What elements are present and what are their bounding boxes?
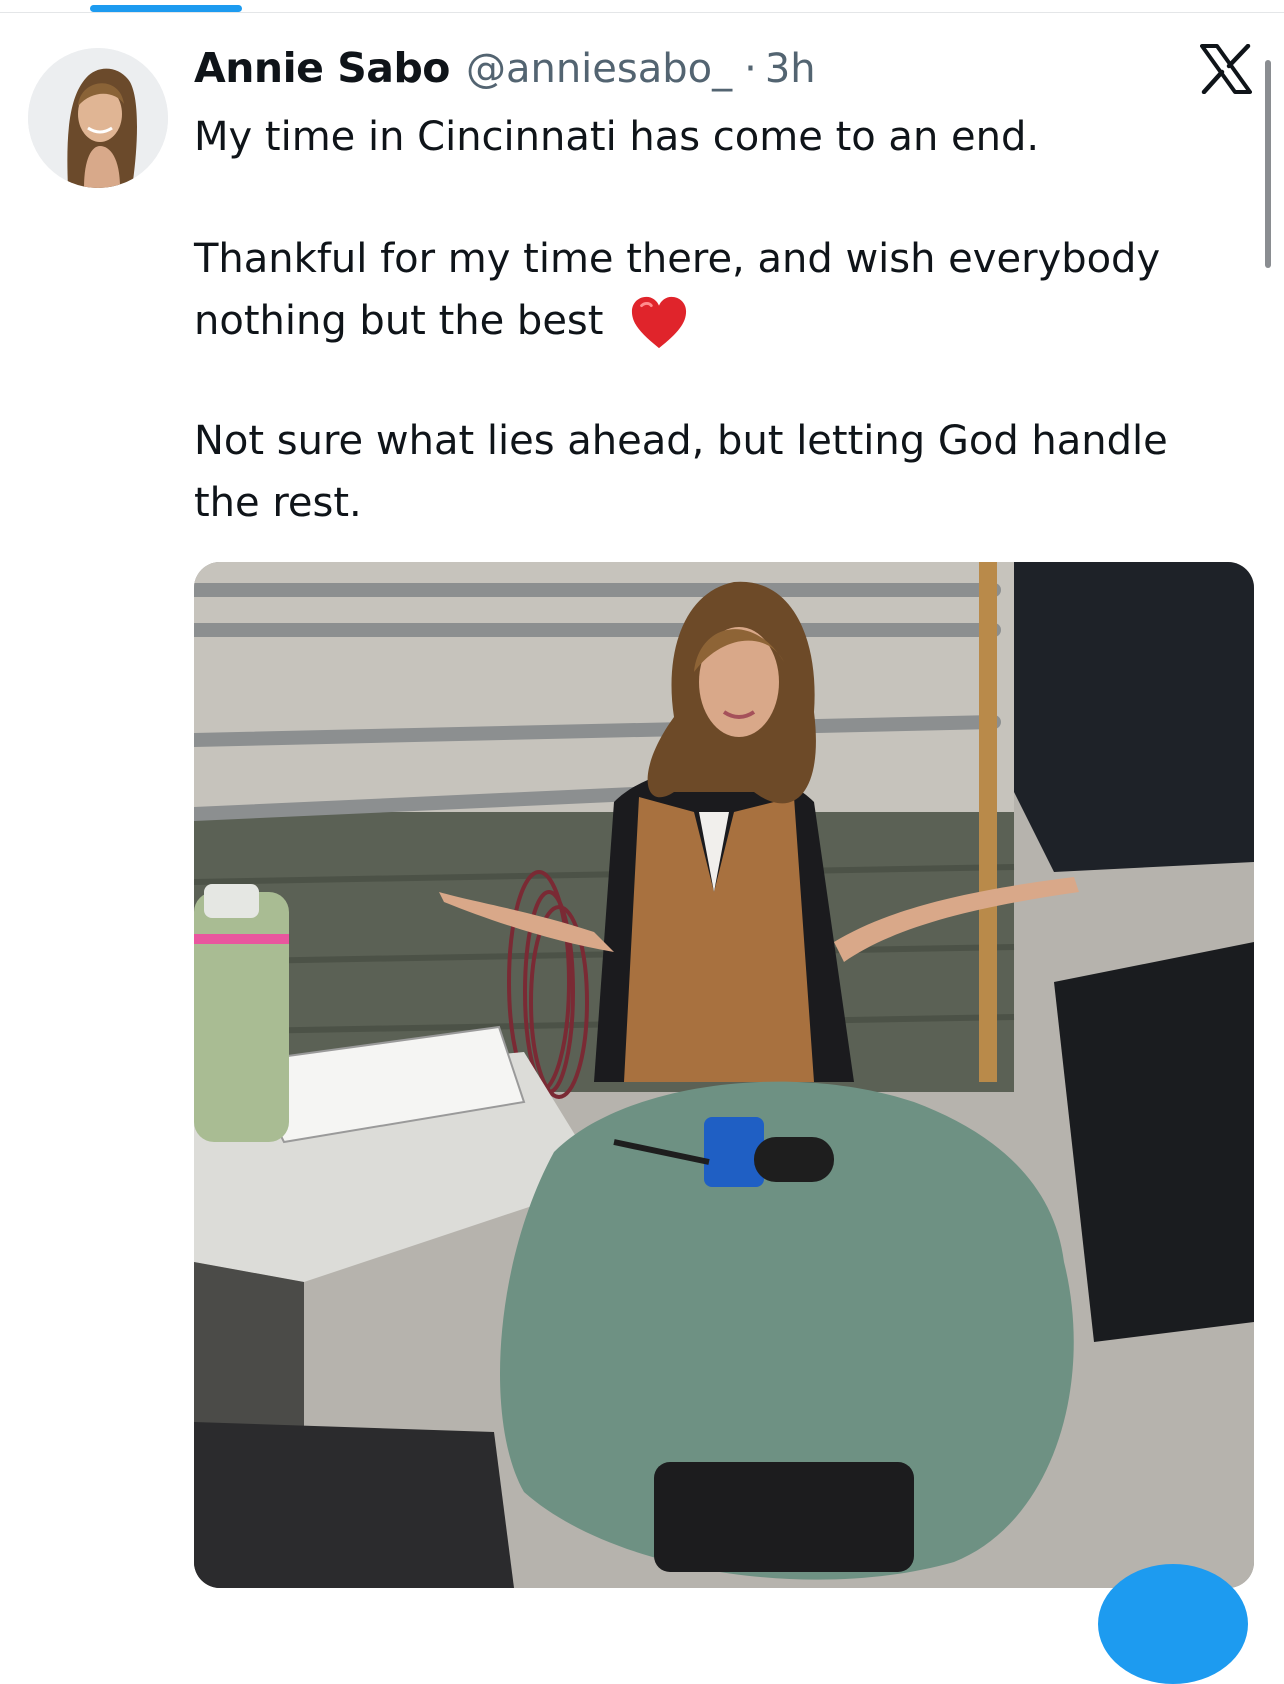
tweet-text-line: nothing but the best: [194, 298, 604, 344]
compose-fab-button[interactable]: [1098, 1564, 1248, 1684]
active-tab-indicator: [90, 5, 242, 12]
scrollbar[interactable]: [1265, 60, 1271, 268]
tweet-text-line: the rest.: [194, 480, 362, 526]
profile-photo: [28, 48, 168, 188]
tweet-text-paragraph-2: Thankful for my time there, and wish eve…: [194, 228, 1244, 352]
tweet-text-line: Thankful for my time there, and wish eve…: [194, 236, 1161, 282]
x-logo-icon: [1200, 44, 1252, 94]
tweet-text-line-1: My time in Cincinnati has come to an end…: [194, 114, 1040, 160]
tweet-header: Annie Sabo @anniesabo_ · 3h: [194, 44, 816, 100]
tweet-text-paragraph-3: Not sure what lies ahead, but letting Go…: [194, 410, 1244, 534]
tweet-text-line-with-emoji: nothing but the best: [194, 290, 1244, 352]
avatar[interactable]: [28, 48, 168, 188]
tweet-text-line: Not sure what lies ahead, but letting Go…: [194, 418, 1168, 464]
separator-dot: ·: [744, 46, 757, 92]
user-handle[interactable]: @anniesabo_: [466, 46, 732, 92]
red-heart-icon: [632, 296, 687, 349]
photo-illustration: [194, 562, 1254, 1588]
top-divider: [0, 12, 1284, 13]
display-name[interactable]: Annie Sabo: [194, 44, 450, 92]
tweet-media-photo[interactable]: [194, 562, 1254, 1588]
tweet-timestamp[interactable]: 3h: [765, 46, 816, 92]
